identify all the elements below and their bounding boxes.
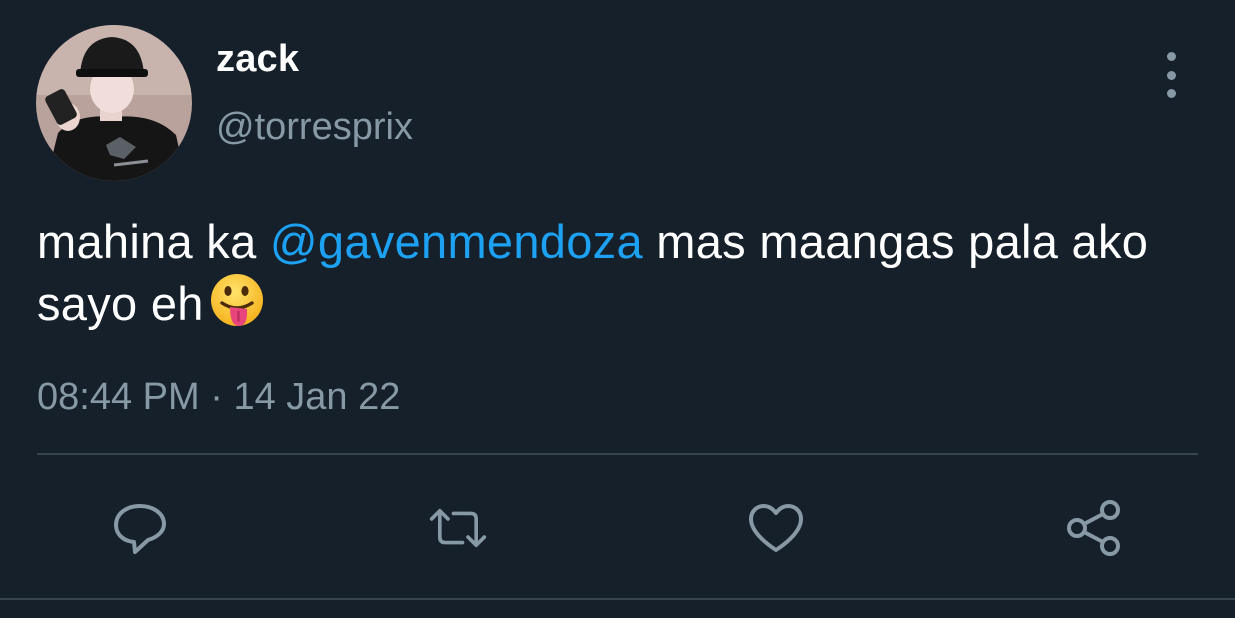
tweet-text: mahina ka @gavenmendoza mas maangas pala… [37,212,1207,344]
tweet-date: 14 Jan 22 [233,376,401,418]
share-button[interactable] [1064,498,1124,558]
share-icon [1067,500,1120,556]
retweet-icon [429,508,487,548]
timestamp-separator: · [199,376,234,418]
mention-link[interactable]: @gavenmendoza [270,215,643,268]
more-vertical-icon-dot [1166,70,1176,80]
more-vertical-icon-dot [1166,89,1176,98]
more-vertical-icon [1166,52,1176,61]
divider [37,453,1198,455]
tweet-time: 08:44 PM [37,376,200,418]
like-button[interactable] [746,498,806,558]
tweet-detail: zack @torresprix mahina ka @gavenmendoza… [0,0,1235,618]
avatar[interactable] [36,25,192,181]
author-handle[interactable]: @torresprix [216,106,413,149]
reply-icon [114,504,166,554]
author-display-name[interactable]: zack [216,38,299,81]
tweet-timestamp: 08:44 PM · 14 Jan 22 [37,376,400,419]
profile-photo-icon [36,25,192,181]
reply-button[interactable] [110,498,170,558]
face-with-tongue-emoji-icon [208,272,266,344]
retweet-button[interactable] [428,498,488,558]
more-options-button[interactable] [1150,52,1192,98]
heart-icon [749,504,803,552]
bottom-divider [0,598,1235,600]
tweet-text-start: mahina ka [37,215,270,268]
